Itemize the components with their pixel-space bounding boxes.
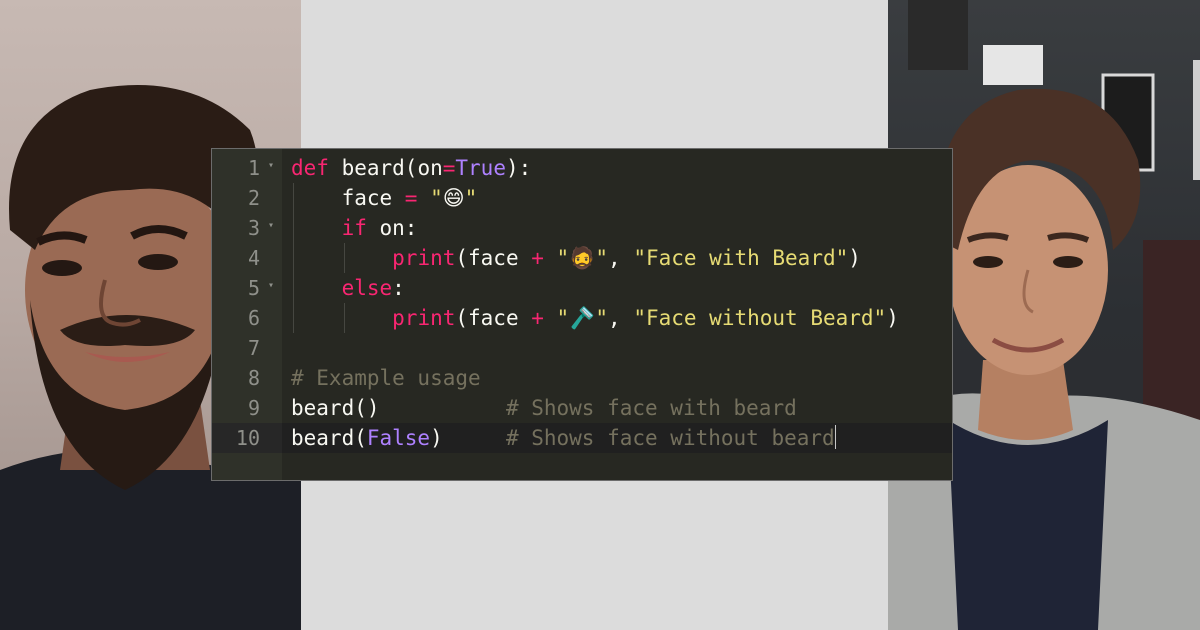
code-line[interactable]: 7 bbox=[212, 333, 952, 363]
code-text[interactable]: beard() # Shows face with beard bbox=[291, 393, 797, 423]
code-token-fn: print bbox=[392, 306, 456, 330]
text-cursor bbox=[834, 425, 836, 449]
code-token-pl: ): bbox=[505, 156, 532, 180]
code-line[interactable]: 2 face = "😄" bbox=[212, 183, 952, 213]
line-number: 4 bbox=[247, 246, 260, 270]
code-token-cm: # Shows face with beard bbox=[505, 396, 797, 420]
line-number-cell: 2 bbox=[212, 183, 282, 213]
code-text[interactable]: def beard(on=True): bbox=[291, 153, 531, 183]
code-token-str: " bbox=[464, 186, 478, 210]
code-token-str: " bbox=[556, 306, 570, 330]
code-token-pl: (face bbox=[455, 246, 532, 270]
line-number-cell: 10 bbox=[212, 423, 282, 453]
code-line[interactable]: 1 ▾ def beard(on=True): bbox=[212, 153, 952, 183]
code-token-fn: print bbox=[392, 246, 456, 270]
line-number-cell: 7 bbox=[212, 333, 282, 363]
line-number-cell: 4 bbox=[212, 243, 282, 273]
emoji-token: 🧔 bbox=[569, 246, 596, 270]
line-number-cell: 9 bbox=[212, 393, 282, 423]
code-line[interactable]: 9 beard() # Shows face with beard bbox=[212, 393, 952, 423]
code-token-const: True bbox=[455, 156, 506, 180]
line-number: 5 bbox=[247, 276, 260, 300]
line-number: 9 bbox=[247, 396, 260, 420]
line-number: 10 bbox=[235, 426, 260, 450]
line-number-cell: 1 ▾ bbox=[212, 153, 282, 183]
code-token-op: = bbox=[442, 156, 456, 180]
code-token-cm: # Shows face without beard bbox=[505, 426, 835, 450]
code-token-pl: ) bbox=[886, 306, 899, 330]
code-line[interactable]: 10 beard(False) # Shows face without bear… bbox=[212, 423, 952, 453]
code-token-pl: beard() bbox=[291, 396, 506, 420]
code-token-pl: face bbox=[291, 186, 405, 210]
fold-toggle-icon[interactable]: ▾ bbox=[268, 161, 274, 171]
code-token-str: " bbox=[595, 306, 609, 330]
code-token-op: + bbox=[531, 246, 544, 270]
code-token-pl: , bbox=[608, 246, 634, 270]
code-editor[interactable]: 1 ▾ def beard(on=True): 2 face = "😄" 3 ▾ if o… bbox=[211, 148, 953, 481]
code-text[interactable]: print(face + "🪒", "Face without Beard") bbox=[291, 303, 899, 333]
code-token-pl: (face bbox=[455, 306, 532, 330]
code-line[interactable]: 4 print(face + "🧔", "Face with Beard") bbox=[212, 243, 952, 273]
line-number: 7 bbox=[247, 336, 260, 360]
code-token-pl: : bbox=[392, 276, 405, 300]
code-text[interactable]: beard(False) # Shows face without beard bbox=[291, 423, 836, 453]
code-text[interactable]: # Example usage bbox=[291, 363, 481, 393]
line-number: 8 bbox=[247, 366, 260, 390]
code-text[interactable]: face = "😄" bbox=[291, 183, 478, 213]
code-text[interactable]: if on: bbox=[291, 213, 418, 243]
code-line[interactable]: 6 print(face + "🪒", "Face without Beard"… bbox=[212, 303, 952, 333]
line-number: 6 bbox=[247, 306, 260, 330]
code-token-pl: beard( bbox=[291, 426, 367, 450]
emoji-token: 🪒 bbox=[569, 306, 596, 330]
code-token-kw: if bbox=[341, 216, 367, 240]
code-token-pl: , bbox=[608, 306, 634, 330]
code-token-const: False bbox=[366, 426, 431, 450]
code-token-str: " bbox=[595, 246, 609, 270]
code-token-str: " bbox=[430, 186, 443, 210]
code-token-pl: ) bbox=[430, 426, 506, 450]
code-line[interactable]: 5 ▾ else: bbox=[212, 273, 952, 303]
code-token-kw: def bbox=[291, 156, 329, 180]
fold-toggle-icon[interactable]: ▾ bbox=[268, 281, 274, 291]
line-number: 2 bbox=[247, 186, 260, 210]
code-token-pl: beard(on bbox=[328, 156, 443, 180]
code-text[interactable]: print(face + "🧔", "Face with Beard") bbox=[291, 243, 861, 273]
code-token-kw: else bbox=[341, 276, 393, 300]
line-number: 3 bbox=[247, 216, 260, 240]
emoji-token: 😄 bbox=[442, 186, 465, 210]
code-token-str: " bbox=[556, 246, 570, 270]
line-number-cell: 6 bbox=[212, 303, 282, 333]
code-token-str: "Face with Beard" bbox=[633, 246, 849, 270]
code-token-pl: on: bbox=[366, 216, 418, 240]
code-token-str: "Face without Beard" bbox=[633, 306, 887, 330]
code-token-op: = bbox=[404, 186, 418, 210]
code-token-pl: ) bbox=[848, 246, 861, 270]
code-line[interactable]: 3 ▾ if on: bbox=[212, 213, 952, 243]
line-number: 1 bbox=[247, 156, 260, 180]
fold-toggle-icon[interactable]: ▾ bbox=[268, 221, 274, 231]
code-text[interactable]: else: bbox=[291, 273, 405, 303]
line-number-cell: 5 ▾ bbox=[212, 273, 282, 303]
code-token-op: + bbox=[531, 306, 544, 330]
line-number-cell: 3 ▾ bbox=[212, 213, 282, 243]
code-token-cm: # Example usage bbox=[291, 366, 481, 390]
code-line[interactable]: 8 # Example usage bbox=[212, 363, 952, 393]
line-number-cell: 8 bbox=[212, 363, 282, 393]
